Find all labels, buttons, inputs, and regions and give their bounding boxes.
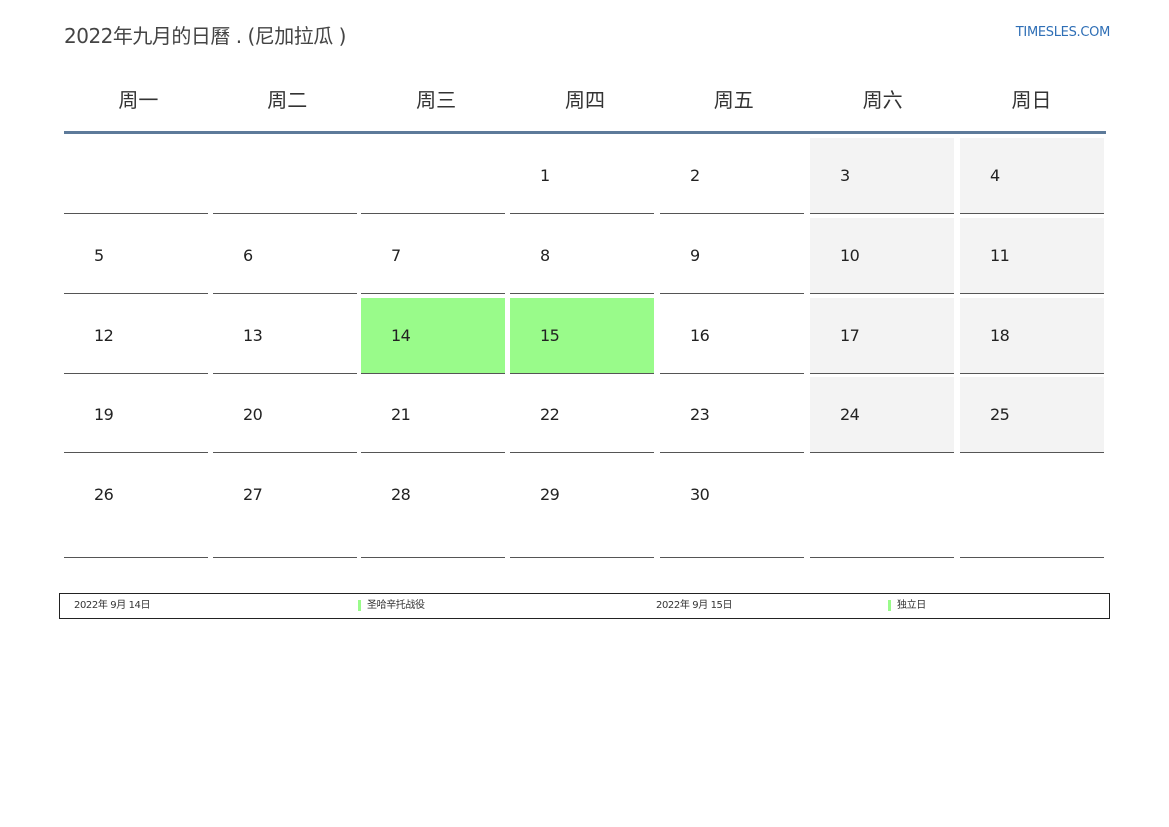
- site-link[interactable]: TIMESLES.COM: [1016, 25, 1111, 40]
- empty-day-cell: [361, 138, 505, 214]
- day-number: 4: [990, 166, 1000, 185]
- day-number: 26: [94, 485, 114, 504]
- weekday-thursday: 周四: [564, 88, 605, 112]
- day-number: 9: [690, 246, 700, 265]
- day-number: 6: [243, 246, 253, 265]
- day-cell[interactable]: 4: [960, 138, 1104, 214]
- day-number: 30: [690, 485, 710, 504]
- legend-marker-1: [358, 600, 361, 611]
- weekday-friday: 周五: [713, 88, 754, 112]
- legend-name-1: 圣哈辛托战役: [367, 600, 425, 611]
- day-number: 10: [840, 246, 860, 265]
- day-cell[interactable]: 10: [810, 218, 954, 294]
- holiday-legend: 2022年 9月 14日 圣哈辛托战役 2022年 9月 15日 独立日: [59, 593, 1110, 619]
- day-cell[interactable]: 22: [510, 377, 654, 453]
- legend-date-1: 2022年 9月 14日: [74, 600, 151, 611]
- day-cell[interactable]: 26: [64, 457, 208, 558]
- day-cell[interactable]: 16: [660, 298, 804, 374]
- day-number: 29: [540, 485, 560, 504]
- day-number: 25: [990, 405, 1010, 424]
- empty-day-cell: [64, 138, 208, 214]
- day-cell[interactable]: 2: [660, 138, 804, 214]
- day-number: 18: [990, 326, 1010, 345]
- weekday-header: 周一 周二 周三 周四 周五 周六 周日: [64, 70, 1106, 132]
- day-cell[interactable]: 30: [660, 457, 804, 558]
- day-cell[interactable]: 13: [213, 298, 357, 374]
- day-cell[interactable]: 12: [64, 298, 208, 374]
- day-cell[interactable]: 27: [213, 457, 357, 558]
- day-number: 12: [94, 326, 114, 345]
- day-cell[interactable]: 18: [960, 298, 1104, 374]
- day-cell[interactable]: 20: [213, 377, 357, 453]
- day-cell[interactable]: 24: [810, 377, 954, 453]
- day-number: 23: [690, 405, 710, 424]
- day-number: 22: [540, 405, 560, 424]
- day-cell[interactable]: 14: [361, 298, 505, 374]
- weekday-saturday: 周六: [862, 88, 903, 112]
- weekday-sunday: 周日: [1011, 88, 1052, 112]
- day-number: 15: [540, 326, 560, 345]
- day-number: 11: [990, 246, 1010, 265]
- page-title: 2022年九月的日曆 . (尼加拉瓜 ): [64, 24, 346, 48]
- day-number: 20: [243, 405, 263, 424]
- day-cell[interactable]: 28: [361, 457, 505, 558]
- legend-marker-2: [888, 600, 891, 611]
- day-cell[interactable]: 7: [361, 218, 505, 294]
- day-cell[interactable]: 1: [510, 138, 654, 214]
- weekday-tuesday: 周二: [267, 88, 308, 112]
- day-cell[interactable]: 8: [510, 218, 654, 294]
- day-cell[interactable]: 5: [64, 218, 208, 294]
- empty-day-cell: [960, 457, 1104, 558]
- day-cell[interactable]: 9: [660, 218, 804, 294]
- day-number: 8: [540, 246, 550, 265]
- day-cell[interactable]: 29: [510, 457, 654, 558]
- day-number: 5: [94, 246, 104, 265]
- day-number: 13: [243, 326, 263, 345]
- day-cell[interactable]: 17: [810, 298, 954, 374]
- day-cell[interactable]: 23: [660, 377, 804, 453]
- day-cell[interactable]: 21: [361, 377, 505, 453]
- day-number: 14: [391, 326, 411, 345]
- legend-date-2: 2022年 9月 15日: [656, 600, 733, 611]
- calendar-page: 2022年九月的日曆 . (尼加拉瓜 ) TIMESLES.COM 周一 周二 …: [0, 0, 1169, 827]
- day-cell[interactable]: 15: [510, 298, 654, 374]
- day-number: 1: [540, 166, 550, 185]
- day-number: 19: [94, 405, 114, 424]
- day-cell[interactable]: 11: [960, 218, 1104, 294]
- day-number: 7: [391, 246, 401, 265]
- empty-day-cell: [213, 138, 357, 214]
- empty-day-cell: [810, 457, 954, 558]
- day-cell[interactable]: 6: [213, 218, 357, 294]
- day-cell[interactable]: 25: [960, 377, 1104, 453]
- legend-name-2: 独立日: [897, 600, 926, 611]
- weekday-monday: 周一: [118, 88, 159, 112]
- day-number: 21: [391, 405, 411, 424]
- day-number: 17: [840, 326, 860, 345]
- header-divider: [64, 131, 1106, 134]
- weekday-wednesday: 周三: [416, 88, 457, 112]
- day-cell[interactable]: 19: [64, 377, 208, 453]
- day-number: 28: [391, 485, 411, 504]
- day-number: 16: [690, 326, 710, 345]
- day-number: 3: [840, 166, 850, 185]
- day-number: 24: [840, 405, 860, 424]
- day-cell[interactable]: 3: [810, 138, 954, 214]
- day-number: 2: [690, 166, 700, 185]
- day-number: 27: [243, 485, 263, 504]
